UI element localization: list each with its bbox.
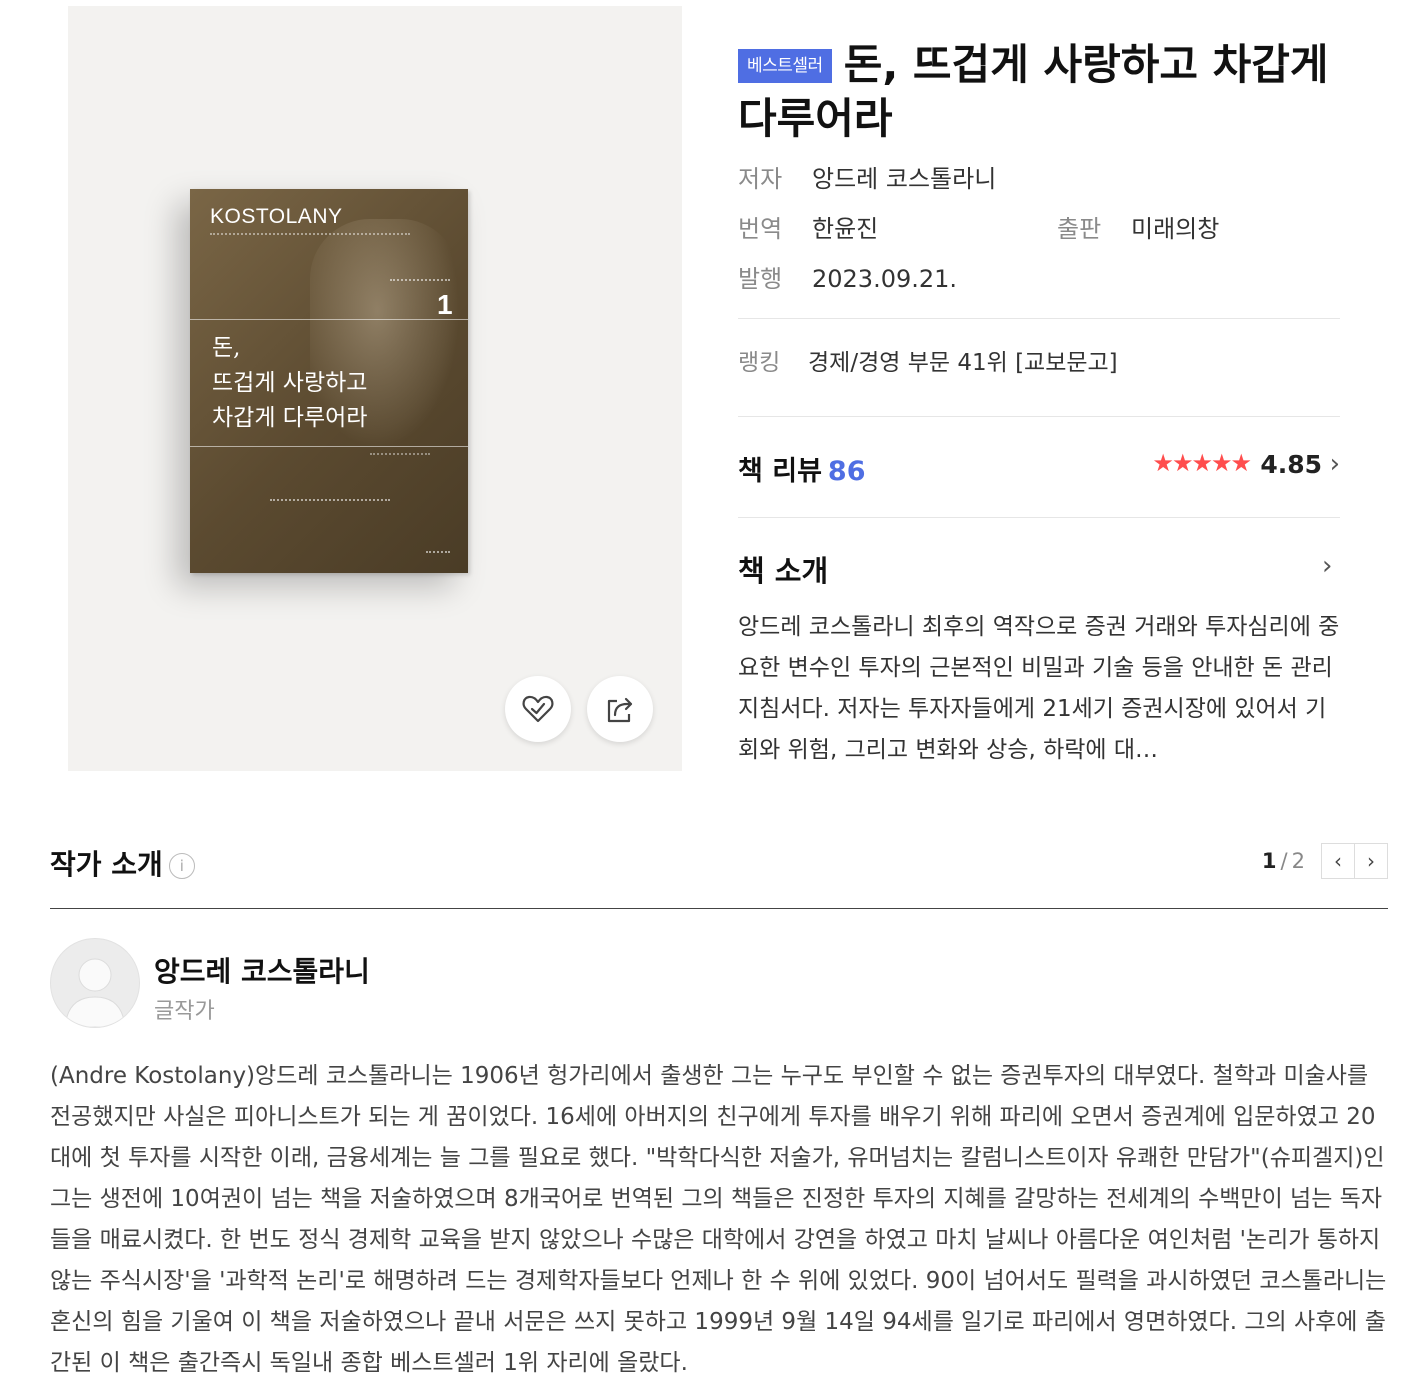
review-label: 책 리뷰 [738, 456, 822, 487]
chevron-left-icon: ‹ [1334, 849, 1342, 873]
heart-check-icon [522, 695, 554, 723]
intro-heading: 책 소개 [738, 554, 829, 588]
chevron-right-icon: › [1367, 849, 1375, 873]
author-name[interactable]: 앙드레 코스톨라니 [154, 950, 370, 990]
cover-tagline [270, 499, 390, 501]
author-avatar [50, 938, 140, 1028]
book-info: 베스트셀러 돈, 뜨겁게 사랑하고 차갑게 다루어라 [738, 38, 1340, 146]
meta-date-row: 발행 2023.09.21. [738, 264, 957, 294]
book-cover[interactable]: KOSTOLANY 1 돈, 뜨겁게 사랑하고 차갑게 다루어라 [190, 189, 468, 573]
pager-buttons: ‹ › [1321, 843, 1388, 879]
intro-text: 앙드레 코스톨라니 최후의 역작으로 증권 거래와 투자심리에 중요한 변수인 … [738, 614, 1340, 763]
cover-subtitle-line [210, 233, 410, 238]
cover-volume-number: 1 [437, 289, 453, 320]
cover-panel: KOSTOLANY 1 돈, 뜨겁게 사랑하고 차갑게 다루어라 [68, 6, 682, 771]
rating-score: 4.85 [1260, 450, 1322, 479]
star-rating: ★★★★★ [1152, 449, 1252, 477]
info-icon[interactable]: i [168, 853, 195, 879]
like-button[interactable] [505, 676, 571, 742]
meta-author-row: 저자 앙드레 코스톨라니 [738, 164, 996, 194]
publisher-link[interactable]: 미래의창 [1131, 215, 1219, 243]
person-avatar-icon [64, 958, 126, 1027]
chevron-right-icon: › [1329, 449, 1340, 479]
cover-brand: KOSTOLANY [210, 205, 343, 228]
review-count: 86 [827, 456, 866, 487]
author-section: 작가 소개 i 1 / 2 ‹ › 앙드레 코스톨라니 글작가 (Andre Ko… [50, 843, 1388, 1376]
date-label: 발행 [738, 265, 783, 293]
author-role: 글작가 [154, 999, 215, 1024]
bestseller-badge: 베스트셀러 [738, 49, 832, 83]
divider [738, 318, 1340, 319]
share-icon [607, 697, 633, 723]
intro-more-chevron-icon[interactable]: › [1322, 551, 1420, 581]
pager-separator: / [1280, 849, 1288, 873]
author-header: 작가 소개 i [50, 843, 1388, 883]
author-label: 저자 [738, 165, 783, 193]
author-bio: (Andre Kostolany)앙드레 코스톨라니는 1906년 헝가리에서 … [50, 1063, 1387, 1376]
author-link[interactable]: 앙드레 코스톨라니 [812, 165, 996, 193]
cover-series-line [390, 279, 450, 284]
translator-link[interactable]: 한윤진 [812, 215, 878, 243]
cover-rule-bottom [190, 446, 468, 447]
pager-total: 2 [1291, 849, 1305, 873]
publish-date: 2023.09.21. [812, 265, 958, 293]
author-heading: 작가 소개 [50, 848, 163, 881]
divider [738, 517, 1340, 518]
prev-button[interactable]: ‹ [1322, 844, 1354, 878]
meta-translator-row: 번역 한윤진 [738, 214, 878, 244]
pager-current: 1 [1261, 849, 1277, 873]
divider [738, 416, 1340, 417]
meta-publisher-row: 출판 미래의창 [1057, 214, 1219, 244]
share-button[interactable] [587, 676, 653, 742]
next-button[interactable]: › [1354, 844, 1387, 878]
book-title-heading: 베스트셀러 돈, 뜨겁게 사랑하고 차갑게 다루어라 [738, 38, 1340, 146]
review-row[interactable]: 책 리뷰 86 ★★★★★ 4.85 › [738, 449, 1340, 487]
ranking-label: 랭킹 [738, 350, 781, 376]
cover-rule-top [190, 319, 468, 320]
ranking-row: 랭킹 경제/경영 부문 41위 [교보문고] [738, 348, 1118, 378]
publisher-label: 출판 [1057, 215, 1102, 243]
author-pager: 1 / 2 ‹ › [1262, 843, 1388, 879]
cover-publisher-logo [426, 551, 450, 553]
cover-author-line [370, 453, 430, 455]
author-divider [50, 908, 1388, 909]
translator-label: 번역 [738, 215, 783, 243]
ranking-value: 경제/경영 부문 41위 [교보문고] [808, 350, 1118, 376]
cover-title: 돈, 뜨겁게 사랑하고 차갑게 다루어라 [212, 335, 368, 431]
